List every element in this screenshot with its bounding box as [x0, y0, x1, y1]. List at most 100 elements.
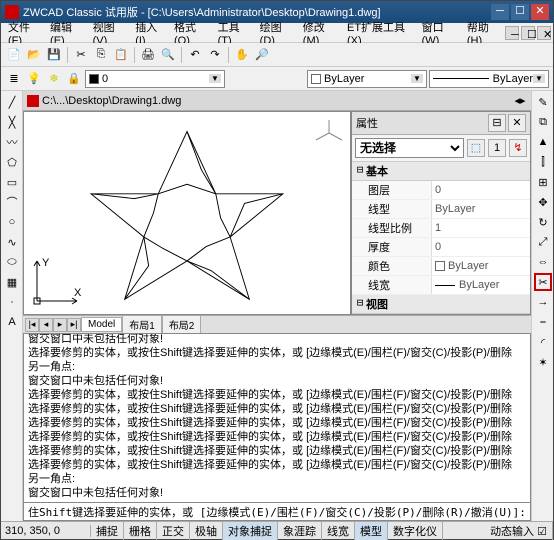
chevron-down-icon[interactable]: ▼ [411, 74, 423, 83]
pick-icon[interactable]: 1 [488, 139, 506, 157]
layer-combo[interactable]: 0 ▼ [85, 70, 225, 88]
layer-name: 0 [102, 73, 108, 85]
mdi-close[interactable]: ✕ [537, 26, 551, 40]
status-toggle[interactable]: 栅格 [124, 522, 157, 540]
property-row[interactable]: 颜色ByLayer [352, 257, 530, 276]
lock-icon[interactable]: 🔒 [65, 70, 83, 88]
chevron-down-icon[interactable]: ▼ [209, 74, 221, 83]
status-toggle[interactable]: 模型 [355, 522, 388, 540]
new-icon[interactable]: 📄 [5, 46, 23, 64]
arc-icon[interactable]: ⌒ [3, 193, 21, 211]
tab-next-icon[interactable]: ▸ [53, 318, 67, 332]
print-icon[interactable]: 🖨 [139, 46, 157, 64]
status-toggle[interactable]: 极轴 [190, 522, 223, 540]
fillet-icon[interactable]: ◜ [534, 333, 552, 351]
status-toggle[interactable]: 捕捉 [91, 522, 124, 540]
model-tabs: |◂ ◂ ▸ ▸| Model 布局1 布局2 [23, 315, 531, 333]
stretch-icon[interactable]: ⇔ [534, 253, 552, 271]
point-icon[interactable]: · [3, 293, 21, 311]
statusbar: 310, 350, 0 捕捉栅格正交极轴对象捕捉象涯踪线宽模型数字化仪 动态输入… [1, 521, 553, 539]
tab-last-icon[interactable]: ▸| [67, 318, 81, 332]
collapse-icon[interactable]: ⊟ [354, 163, 366, 179]
paste-icon[interactable]: 📋 [112, 46, 130, 64]
drawing-canvas[interactable]: Y X [23, 111, 351, 315]
property-row[interactable]: 线型比例1 [352, 219, 530, 238]
redo-icon[interactable]: ↷ [206, 46, 224, 64]
ellipse-icon[interactable]: ⬭ [3, 253, 21, 271]
status-toggle[interactable]: 对象捕捉 [223, 522, 278, 540]
linetype-combo[interactable]: ByLayer ▼ [307, 70, 427, 88]
freeze-icon[interactable]: ❄ [45, 70, 63, 88]
explode-icon[interactable]: ✶ [534, 353, 552, 371]
save-icon[interactable]: 💾 [45, 46, 63, 64]
text-icon[interactable]: A [3, 313, 21, 331]
property-row[interactable]: 线型ByLayer [352, 200, 530, 219]
array-icon[interactable]: ⊞ [534, 173, 552, 191]
tab-layout2[interactable]: 布局2 [162, 315, 202, 334]
dyn-input-toggle[interactable]: 动态输入 ☑ [485, 522, 553, 540]
menubar: 文件(F)编辑(E)视图(V)插入(I)格式(O)工具(T)绘图(D)修改(M)… [1, 23, 553, 43]
circle-icon[interactable]: ○ [3, 213, 21, 231]
coordinate-display[interactable]: 310, 350, 0 [1, 525, 91, 537]
copy-obj-icon[interactable]: ⧉ [534, 113, 552, 131]
view-cube-icon[interactable] [314, 118, 344, 148]
mirror-icon[interactable]: ▲ [534, 133, 552, 151]
open-icon[interactable]: 📂 [25, 46, 43, 64]
status-toggle[interactable]: 线宽 [322, 522, 355, 540]
maximize-button[interactable]: ☐ [511, 4, 529, 20]
tab-prev-icon[interactable]: ◂ [39, 318, 53, 332]
hatch-icon[interactable]: ▦ [3, 273, 21, 291]
rect-icon[interactable]: ▭ [3, 173, 21, 191]
draw-toolbar: ╱ ╳ 〰 ⬠ ▭ ⌒ ○ ∿ ⬭ ▦ · A [1, 91, 23, 521]
line-icon[interactable]: ╱ [3, 93, 21, 111]
erase-icon[interactable]: ✎ [534, 93, 552, 111]
collapse-icon[interactable]: ⊟ [354, 296, 366, 312]
bulb-icon[interactable]: 💡 [25, 70, 43, 88]
undo-icon[interactable]: ↶ [186, 46, 204, 64]
toggle-icon[interactable]: ↯ [509, 139, 527, 157]
document-tab[interactable]: C:\...\Desktop\Drawing1.dwg ◂▸ [23, 91, 531, 111]
drawing-icon [27, 95, 39, 107]
tab-model[interactable]: Model [81, 317, 122, 332]
cut-icon[interactable]: ✂ [72, 46, 90, 64]
rotate-icon[interactable]: ↻ [534, 213, 552, 231]
xline-icon[interactable]: ╳ [3, 113, 21, 131]
preview-icon[interactable]: 🔍 [159, 46, 177, 64]
color-swatch [311, 74, 321, 84]
move-icon[interactable]: ✥ [534, 193, 552, 211]
lineweight-combo[interactable]: ByLayer ▼ [429, 70, 549, 88]
pline-icon[interactable]: 〰 [3, 133, 21, 151]
mdi-restore[interactable]: ☐ [521, 26, 535, 40]
tab-layout1[interactable]: 布局1 [122, 315, 162, 334]
zoom-icon[interactable]: 🔎 [253, 46, 271, 64]
property-row[interactable]: 图层0 [352, 181, 530, 200]
status-toggle[interactable]: 象涯踪 [278, 522, 322, 540]
pan-icon[interactable]: ✋ [233, 46, 251, 64]
checkbox-icon: ☑ [537, 526, 547, 538]
extend-icon[interactable]: → [534, 293, 552, 311]
panel-close-icon[interactable]: ✕ [508, 114, 526, 132]
copy-icon[interactable]: ⎘ [92, 46, 110, 64]
offset-icon[interactable]: ⫿ [534, 153, 552, 171]
tab-first-icon[interactable]: |◂ [25, 318, 39, 332]
spline-icon[interactable]: ∿ [3, 233, 21, 251]
status-toggle[interactable]: 数字化仪 [388, 522, 443, 540]
command-input[interactable] [24, 503, 530, 520]
mdi-minimize[interactable]: ─ [505, 26, 519, 40]
break-icon[interactable]: ⎯ [534, 313, 552, 331]
polygon-icon[interactable]: ⬠ [3, 153, 21, 171]
scale-icon[interactable]: ⤢ [534, 233, 552, 251]
property-row[interactable]: 厚度0 [352, 238, 530, 257]
layer-manager-icon[interactable]: ≣ [5, 70, 23, 88]
status-toggle[interactable]: 正交 [157, 522, 190, 540]
panel-pin-icon[interactable]: ⊟ [488, 114, 506, 132]
tab-nav-icon[interactable]: ◂▸ [513, 94, 527, 108]
line-preview [433, 78, 489, 79]
close-button[interactable]: ✕ [531, 4, 549, 20]
property-row[interactable]: 线宽ByLayer [352, 276, 530, 295]
selection-filter[interactable]: 无选择 [355, 138, 464, 158]
quick-select-icon[interactable]: ⬚ [467, 139, 485, 157]
command-history[interactable]: 另一角点:选择要修剪的实体，或按住Shift键选择要延伸的实体，或 [边缘模式(… [23, 333, 531, 503]
chevron-down-icon[interactable]: ▼ [533, 74, 545, 83]
trim-icon[interactable]: ✂ [534, 273, 552, 291]
